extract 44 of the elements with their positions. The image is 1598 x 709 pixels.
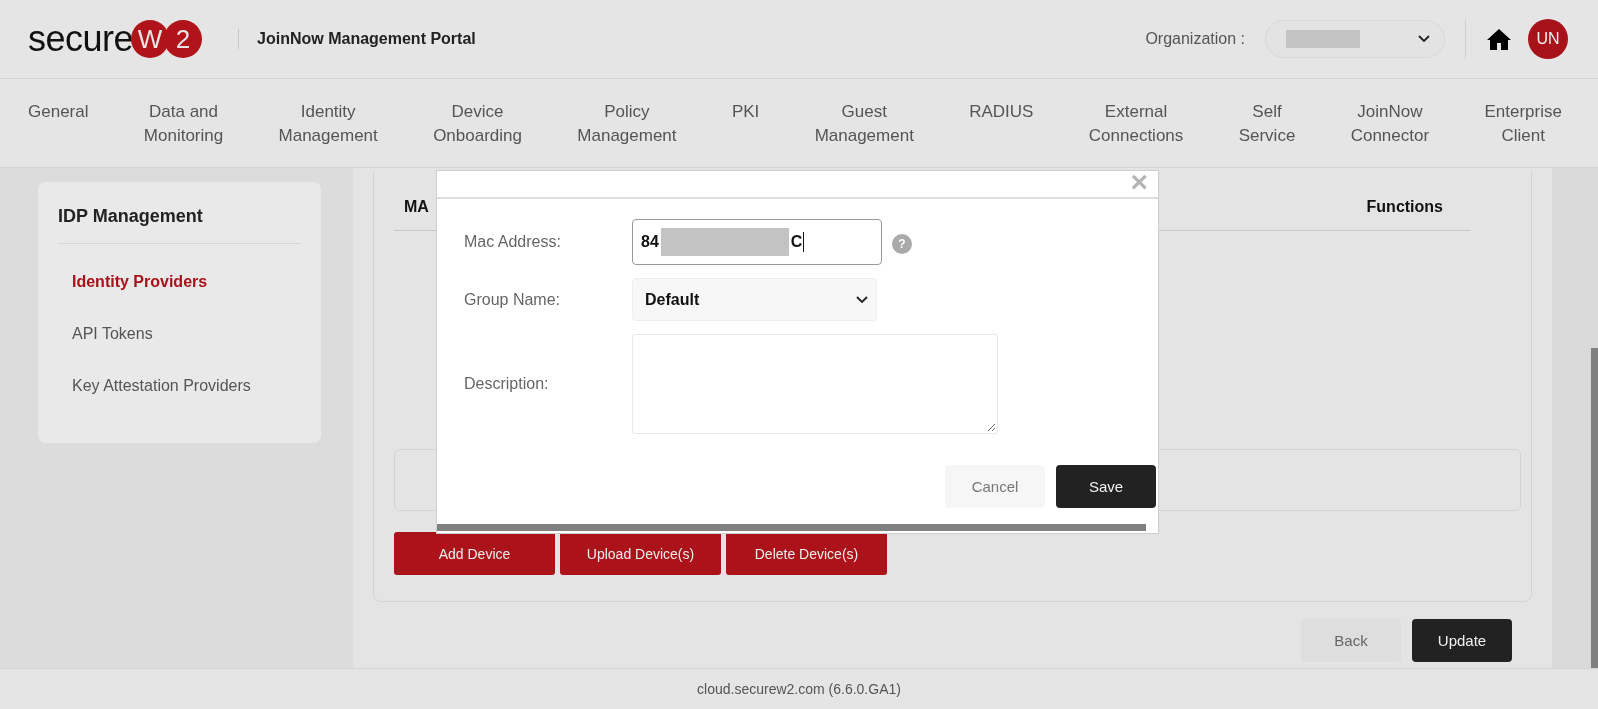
footer-text: cloud.securew2.com (6.6.0.GA1) bbox=[0, 668, 1598, 709]
user-avatar[interactable]: UN bbox=[1528, 19, 1568, 59]
action-button[interactable]: Delete Device(s) bbox=[726, 532, 887, 575]
resize-handle-icon[interactable] bbox=[987, 423, 995, 431]
field-label: Group Name: bbox=[464, 290, 562, 309]
cancel-button[interactable]: Cancel bbox=[945, 465, 1045, 508]
sidebar-item[interactable]: Key Attestation Providers bbox=[58, 360, 265, 412]
update-button[interactable]: Update bbox=[1412, 619, 1512, 662]
nav-item[interactable]: Identity Management bbox=[278, 100, 378, 148]
nav-item[interactable]: Policy Management bbox=[577, 100, 677, 148]
column-header: MA bbox=[404, 198, 429, 216]
back-button[interactable]: Back bbox=[1301, 619, 1401, 662]
logo-badge: 2 bbox=[164, 20, 203, 58]
nav-item[interactable]: Guest Management bbox=[814, 100, 914, 148]
save-button[interactable]: Save bbox=[1056, 465, 1156, 508]
organization-label: Organization : bbox=[1145, 30, 1245, 48]
nav-item[interactable]: Self Service bbox=[1238, 100, 1296, 148]
field-label: Mac Address: bbox=[464, 233, 562, 251]
action-button[interactable]: Upload Device(s) bbox=[560, 532, 721, 575]
nav-item[interactable]: JoinNow Connector bbox=[1350, 100, 1430, 148]
nav-item[interactable]: General bbox=[28, 100, 89, 124]
nav-item[interactable]: External Connections bbox=[1088, 100, 1184, 148]
sidebar-title: IDP Management bbox=[58, 206, 301, 244]
nav-item[interactable]: PKI bbox=[731, 100, 760, 124]
group-select[interactable]: Default bbox=[632, 278, 877, 321]
nav-item[interactable]: Data and Monitoring bbox=[143, 100, 224, 148]
nav-item[interactable]: RADIUS bbox=[969, 100, 1034, 124]
logo-wordmark: secure bbox=[28, 18, 134, 60]
sidebar-item[interactable]: Identity Providers bbox=[58, 256, 222, 308]
column-header: Functions bbox=[1366, 198, 1443, 216]
field-value: 84 bbox=[641, 233, 659, 251]
description-field[interactable] bbox=[632, 334, 998, 434]
field-label: Description: bbox=[464, 375, 550, 393]
nav-item[interactable]: Device Onboarding bbox=[433, 100, 522, 148]
input-field[interactable]: 84 C bbox=[632, 219, 882, 265]
chevron-down-icon bbox=[856, 295, 868, 304]
scrollbar[interactable] bbox=[437, 524, 1146, 531]
field-value: C bbox=[790, 233, 803, 251]
action-button[interactable]: Add Device bbox=[394, 532, 555, 575]
nav-item[interactable]: Enterprise Client bbox=[1484, 100, 1562, 148]
home-icon[interactable] bbox=[1486, 28, 1512, 50]
sidebar-item[interactable]: API Tokens bbox=[58, 308, 167, 360]
chevron-down-icon bbox=[1418, 35, 1430, 43]
portal-title: JoinNow Management Portal bbox=[257, 30, 476, 48]
